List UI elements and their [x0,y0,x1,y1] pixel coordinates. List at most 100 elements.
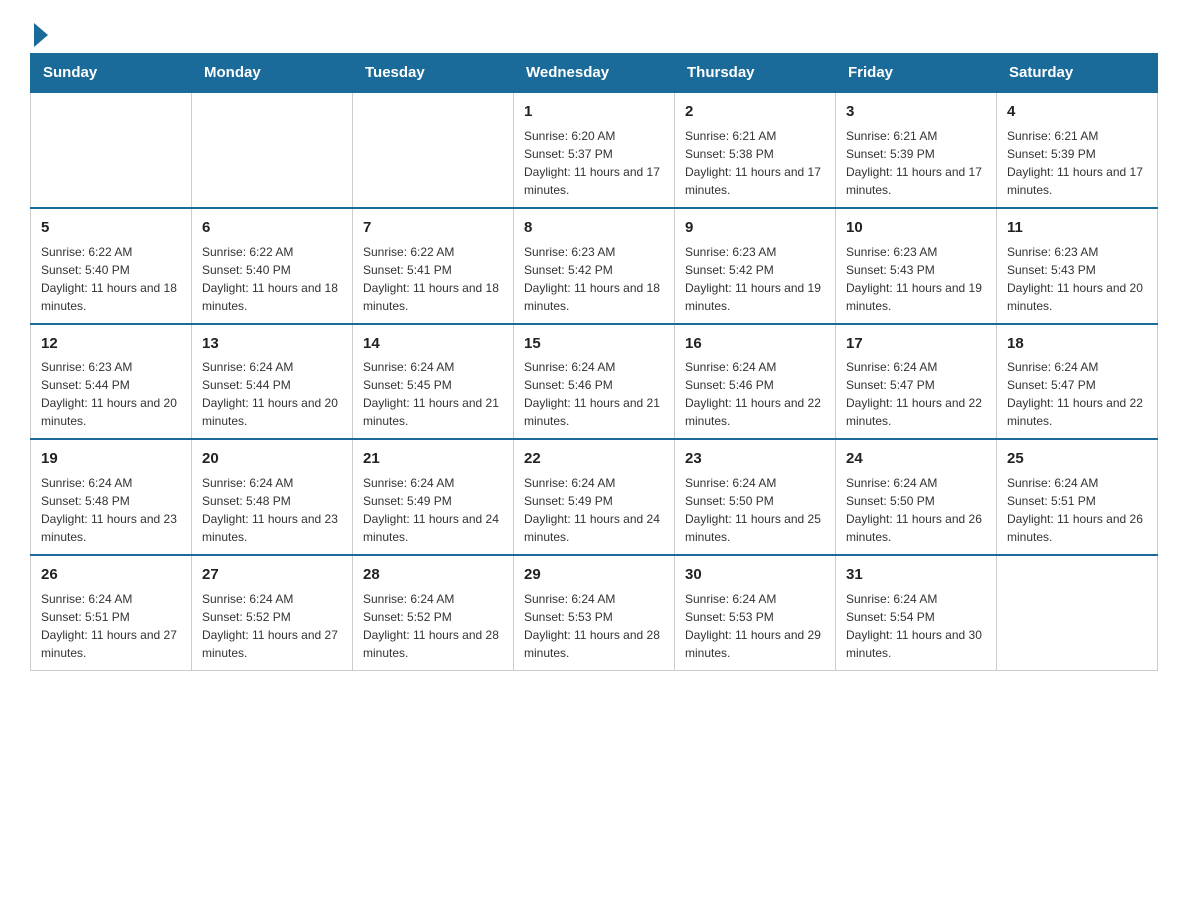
calendar-cell: 23 Sunrise: 6:24 AM Sunset: 5:50 PM Dayli… [675,439,836,555]
day-info: Sunrise: 6:21 AM Sunset: 5:39 PM Dayligh… [1007,127,1147,199]
day-number: 15 [524,333,664,355]
day-info: Sunrise: 6:24 AM Sunset: 5:53 PM Dayligh… [685,590,825,662]
day-number: 12 [41,333,181,355]
calendar-cell: 1 Sunrise: 6:20 AM Sunset: 5:37 PM Daylig… [514,92,675,208]
day-info: Sunrise: 6:24 AM Sunset: 5:48 PM Dayligh… [41,474,181,546]
day-number: 23 [685,448,825,470]
day-number: 28 [363,564,503,586]
day-info: Sunrise: 6:23 AM Sunset: 5:42 PM Dayligh… [685,243,825,315]
calendar-cell: 25 Sunrise: 6:24 AM Sunset: 5:51 PM Dayli… [997,439,1158,555]
calendar-cell: 20 Sunrise: 6:24 AM Sunset: 5:48 PM Dayli… [192,439,353,555]
calendar-header-monday: Monday [192,54,353,93]
day-number: 16 [685,333,825,355]
calendar-cell: 5Sunrise: 6:22 AM Sunset: 5:40 PM Daylig… [31,208,192,324]
calendar-cell: 11 Sunrise: 6:23 AM Sunset: 5:43 PM Dayli… [997,208,1158,324]
day-info: Sunrise: 6:24 AM Sunset: 5:44 PM Dayligh… [202,358,342,430]
logo-arrow-icon [34,23,48,47]
calendar-cell: 22Sunrise: 6:24 AM Sunset: 5:49 PM Dayli… [514,439,675,555]
day-number: 11 [1007,217,1147,239]
calendar-header-row: SundayMondayTuesdayWednesdayThursdayFrid… [31,54,1158,93]
day-info: Sunrise: 6:24 AM Sunset: 5:52 PM Dayligh… [363,590,503,662]
calendar-cell: 14 Sunrise: 6:24 AM Sunset: 5:45 PM Dayli… [353,324,514,440]
day-info: Sunrise: 6:21 AM Sunset: 5:38 PM Dayligh… [685,127,825,199]
day-info: Sunrise: 6:24 AM Sunset: 5:48 PM Dayligh… [202,474,342,546]
calendar-cell: 9 Sunrise: 6:23 AM Sunset: 5:42 PM Daylig… [675,208,836,324]
day-info: Sunrise: 6:24 AM Sunset: 5:47 PM Dayligh… [846,358,986,430]
day-number: 19 [41,448,181,470]
calendar-cell: 29 Sunrise: 6:24 AM Sunset: 5:53 PM Dayli… [514,555,675,670]
day-info: Sunrise: 6:23 AM Sunset: 5:42 PM Dayligh… [524,243,664,315]
day-number: 10 [846,217,986,239]
calendar-cell: 3 Sunrise: 6:21 AM Sunset: 5:39 PM Daylig… [836,92,997,208]
day-number: 31 [846,564,986,586]
calendar-cell: 21Sunrise: 6:24 AM Sunset: 5:49 PM Dayli… [353,439,514,555]
logo [30,20,48,43]
calendar-cell: 15Sunrise: 6:24 AM Sunset: 5:46 PM Dayli… [514,324,675,440]
calendar-week-3: 12 Sunrise: 6:23 AM Sunset: 5:44 PM Dayli… [31,324,1158,440]
day-number: 13 [202,333,342,355]
calendar-cell: 27 Sunrise: 6:24 AM Sunset: 5:52 PM Dayli… [192,555,353,670]
day-number: 3 [846,101,986,123]
day-info: Sunrise: 6:20 AM Sunset: 5:37 PM Dayligh… [524,127,664,199]
day-number: 29 [524,564,664,586]
day-info: Sunrise: 6:24 AM Sunset: 5:50 PM Dayligh… [685,474,825,546]
calendar-cell: 2Sunrise: 6:21 AM Sunset: 5:38 PM Daylig… [675,92,836,208]
calendar-table: SundayMondayTuesdayWednesdayThursdayFrid… [30,53,1158,671]
day-number: 24 [846,448,986,470]
day-number: 18 [1007,333,1147,355]
day-number: 1 [524,101,664,123]
calendar-week-5: 26 Sunrise: 6:24 AM Sunset: 5:51 PM Dayli… [31,555,1158,670]
calendar-cell: 18 Sunrise: 6:24 AM Sunset: 5:47 PM Dayli… [997,324,1158,440]
calendar-cell: 4Sunrise: 6:21 AM Sunset: 5:39 PM Daylig… [997,92,1158,208]
calendar-header-wednesday: Wednesday [514,54,675,93]
day-info: Sunrise: 6:23 AM Sunset: 5:44 PM Dayligh… [41,358,181,430]
calendar-cell: 8 Sunrise: 6:23 AM Sunset: 5:42 PM Daylig… [514,208,675,324]
day-number: 25 [1007,448,1147,470]
day-number: 26 [41,564,181,586]
calendar-cell: 16Sunrise: 6:24 AM Sunset: 5:46 PM Dayli… [675,324,836,440]
day-info: Sunrise: 6:24 AM Sunset: 5:45 PM Dayligh… [363,358,503,430]
day-number: 8 [524,217,664,239]
day-info: Sunrise: 6:21 AM Sunset: 5:39 PM Dayligh… [846,127,986,199]
day-info: Sunrise: 6:24 AM Sunset: 5:50 PM Dayligh… [846,474,986,546]
calendar-cell [353,92,514,208]
day-info: Sunrise: 6:24 AM Sunset: 5:49 PM Dayligh… [363,474,503,546]
calendar-cell [997,555,1158,670]
calendar-cell: 6 Sunrise: 6:22 AM Sunset: 5:40 PM Daylig… [192,208,353,324]
calendar-cell: 28 Sunrise: 6:24 AM Sunset: 5:52 PM Dayli… [353,555,514,670]
calendar-header-sunday: Sunday [31,54,192,93]
calendar-week-2: 5Sunrise: 6:22 AM Sunset: 5:40 PM Daylig… [31,208,1158,324]
day-info: Sunrise: 6:22 AM Sunset: 5:40 PM Dayligh… [41,243,181,315]
day-info: Sunrise: 6:24 AM Sunset: 5:52 PM Dayligh… [202,590,342,662]
day-info: Sunrise: 6:22 AM Sunset: 5:41 PM Dayligh… [363,243,503,315]
calendar-cell: 31 Sunrise: 6:24 AM Sunset: 5:54 PM Dayli… [836,555,997,670]
calendar-cell: 7 Sunrise: 6:22 AM Sunset: 5:41 PM Daylig… [353,208,514,324]
day-info: Sunrise: 6:23 AM Sunset: 5:43 PM Dayligh… [1007,243,1147,315]
day-info: Sunrise: 6:24 AM Sunset: 5:54 PM Dayligh… [846,590,986,662]
calendar-cell: 13 Sunrise: 6:24 AM Sunset: 5:44 PM Dayli… [192,324,353,440]
calendar-cell: 17 Sunrise: 6:24 AM Sunset: 5:47 PM Dayli… [836,324,997,440]
day-number: 17 [846,333,986,355]
day-info: Sunrise: 6:22 AM Sunset: 5:40 PM Dayligh… [202,243,342,315]
calendar-cell: 10 Sunrise: 6:23 AM Sunset: 5:43 PM Dayli… [836,208,997,324]
day-info: Sunrise: 6:24 AM Sunset: 5:51 PM Dayligh… [1007,474,1147,546]
calendar-header-thursday: Thursday [675,54,836,93]
day-number: 27 [202,564,342,586]
day-info: Sunrise: 6:23 AM Sunset: 5:43 PM Dayligh… [846,243,986,315]
day-number: 30 [685,564,825,586]
day-info: Sunrise: 6:24 AM Sunset: 5:53 PM Dayligh… [524,590,664,662]
calendar-header-tuesday: Tuesday [353,54,514,93]
day-number: 20 [202,448,342,470]
day-number: 9 [685,217,825,239]
calendar-week-1: 1 Sunrise: 6:20 AM Sunset: 5:37 PM Daylig… [31,92,1158,208]
day-info: Sunrise: 6:24 AM Sunset: 5:51 PM Dayligh… [41,590,181,662]
day-number: 7 [363,217,503,239]
day-number: 14 [363,333,503,355]
calendar-cell: 24 Sunrise: 6:24 AM Sunset: 5:50 PM Dayli… [836,439,997,555]
calendar-cell [192,92,353,208]
day-info: Sunrise: 6:24 AM Sunset: 5:49 PM Dayligh… [524,474,664,546]
calendar-cell [31,92,192,208]
day-info: Sunrise: 6:24 AM Sunset: 5:47 PM Dayligh… [1007,358,1147,430]
day-number: 6 [202,217,342,239]
calendar-header-saturday: Saturday [997,54,1158,93]
